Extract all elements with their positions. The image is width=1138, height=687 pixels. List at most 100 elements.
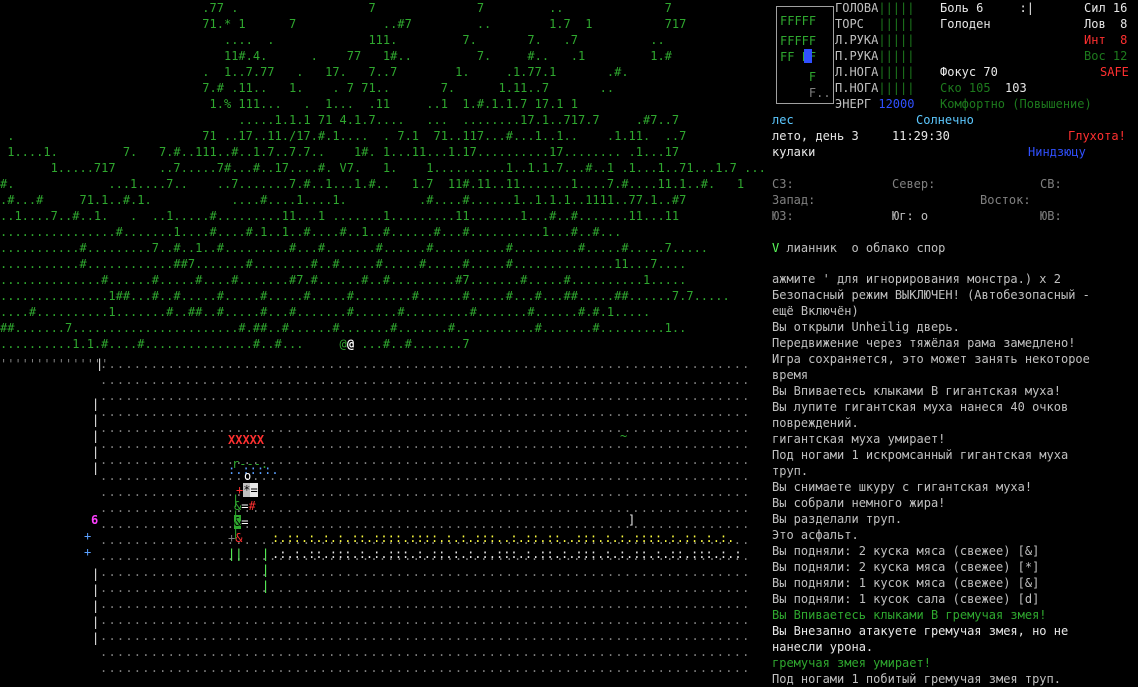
pain-indicator: Боль 6 :|	[940, 0, 1034, 16]
map-row: ...............1##...#..#.....#.....#...…	[0, 289, 730, 303]
game-map[interactable]: .77 . 7 7 .. 7 71.* 1 7 ..#7 .. 1.7 1 71…	[0, 0, 765, 687]
map-row: ##.......7.......................#.##..#…	[0, 321, 687, 335]
player-character[interactable]: @	[347, 336, 354, 352]
log-message: ажмите ' для игнорирования монстра.) x 2	[772, 272, 1061, 286]
stat-value: 8	[1120, 17, 1128, 31]
log-message: Вы Впиваетесь клыками В гигантская муха!	[772, 384, 1061, 398]
body-part-row: П.РУКА|||||	[835, 48, 914, 64]
log-message: Безопасный режим ВЫКЛЮЧЕН! (Автобезопасн…	[772, 288, 1090, 302]
focus-status: Фокус 70	[940, 65, 998, 79]
blue-plus-1: +	[84, 529, 92, 543]
body-part-bar: |||||	[878, 49, 915, 63]
log-message: ещё Включён)	[772, 304, 859, 318]
body-part-label: П.РУКА	[835, 49, 879, 63]
compass-sw: ЮЗ:	[772, 209, 794, 223]
log-message: Вы снимаете шкуру с гигантская муха!	[772, 480, 1033, 494]
counter-glyph: 6	[91, 513, 99, 527]
date-label: лето, день 3	[772, 129, 859, 143]
safe-mode-indicator: SAFE	[1100, 65, 1129, 79]
map-row: .....1.1.1 71 4.1.7.... ... ........17.1…	[0, 113, 680, 127]
compass-e: Восток:	[980, 193, 1031, 207]
log-message: Вы лупите гигантская муха нанеся 40 очко…	[772, 400, 1069, 414]
status-sidebar: FFFFF FFFFF FF FF F F.. ГОЛОВА||||| ТОРС…	[768, 0, 1138, 687]
hunger-status: Голоден	[940, 17, 991, 31]
body-part-row: Л.РУКА|||||	[835, 32, 914, 48]
nearby-text: лианник о облако спор	[779, 241, 946, 255]
log-message: время	[772, 368, 809, 382]
log-message: Под ногами 1 искромсанный гигантская мух…	[772, 448, 1069, 462]
door-bracket: ]	[628, 513, 636, 527]
time-label: 11:29:30	[892, 129, 950, 143]
wall-segment-lower: | | | | |	[92, 567, 100, 645]
body-part-row: Л.НОГА|||||	[835, 64, 914, 80]
stat-label: Инт	[1084, 33, 1106, 47]
monster-marker[interactable]: XXXXX	[228, 432, 264, 448]
stat-label: Вос	[1084, 49, 1106, 63]
log-message: повреждений.	[772, 416, 859, 430]
car-side-left: ||	[228, 547, 243, 561]
compass-w: Запад:	[772, 193, 816, 207]
minimap-player	[804, 49, 812, 63]
body-part-row: П.НОГА|||||	[835, 80, 914, 96]
body-part-bar: |||||	[878, 33, 915, 47]
log-message: Передвижение через тяжёлая рама замедлен…	[772, 336, 1076, 350]
move-cost: 103	[1005, 81, 1027, 95]
body-part-row: ТОРС |||||	[835, 16, 914, 32]
log-message: Вы подняли: 2 куска мяса (свежее) [*]	[772, 560, 1040, 574]
map-row: 1.% 111... . 1... .11 ..1 1.#.1.1.7 17.1…	[0, 97, 578, 111]
message-log[interactable]: ажмите ' для игнорирования монстра.) x 2…	[772, 271, 1132, 687]
terrain-label: лес	[772, 113, 794, 127]
compass-ne: СВ:	[1040, 177, 1062, 191]
martial-style-label[interactable]: Ниндзюцу	[1028, 144, 1086, 160]
stat-value: 8	[1120, 33, 1128, 47]
stat-label: Лов	[1084, 17, 1106, 31]
nearby-monsters: V лианник о облако спор	[772, 240, 945, 256]
map-row: ...........#............##7.......#.....…	[0, 257, 687, 271]
map-row: 7.# .11.. 1. . 7 71.. 7. 1.11..7 ..	[0, 81, 615, 95]
map-row: ..........1.1.#....#...............#..#.…	[0, 337, 470, 351]
log-message: нанесли урона.	[772, 640, 874, 654]
grass-tilde: ~	[620, 429, 628, 443]
log-message: Игра сохраняется, это может занять некот…	[772, 352, 1090, 366]
fence: '''''''''''''''	[0, 357, 109, 371]
floor-area: ''''''''''''''' | . . . . . . . . . . . …	[0, 356, 765, 687]
map-row: 1....1. 7. 7.#..111..#..1.7..7.7.. 1#. 1…	[0, 145, 680, 159]
deafness-status: Глухота!	[1068, 129, 1126, 143]
log-message: Вы разделали труп.	[772, 512, 903, 526]
body-part-row: ГОЛОВА|||||	[835, 0, 914, 16]
pain-text: Боль 6	[940, 1, 984, 15]
minimap[interactable]: FFFFF FFFFF FF FF F F..	[776, 6, 834, 104]
log-message: Это асфальт.	[772, 528, 859, 542]
wall-segment: | | | | |	[92, 397, 100, 475]
log-message: Вы подняли: 1 кусок сала (свежее) [d]	[772, 592, 1040, 606]
map-row: . 1..7.77 . 17. 7..7 1. .1.77.1 .#.	[0, 65, 629, 79]
weapon-label: кулаки	[772, 145, 816, 159]
stat-per: Вос 12	[1084, 48, 1127, 64]
lit-path: :.::.:.:.:.::.::::.::::.:.:.:::..:.::.::…	[272, 531, 735, 545]
energy-label: ЭНЕРГ	[835, 97, 872, 111]
map-row: 11#.4. . 77 1#.. 7. #.. .1 1.#	[0, 49, 672, 63]
weather-label: Солнечно	[916, 113, 974, 127]
map-row: ...........#.........7..#..1..#.........…	[0, 241, 709, 255]
minimap-row: F..	[780, 86, 831, 100]
body-part-label: Л.НОГА	[835, 65, 879, 79]
log-message: гремучая змея умирает!	[772, 656, 931, 670]
log-message: Вы Впиваетесь клыками В гремучая змея!	[772, 608, 1047, 622]
body-part-label: ГОЛОВА	[835, 1, 879, 15]
stat-int: Инт 8	[1084, 32, 1127, 48]
log-message: Вы Внезапно атакуете гремучая змея, но н…	[772, 624, 1069, 638]
floor-dots: . . . . . . . . . . . . . . . . . . . . …	[100, 357, 749, 675]
body-part-label: Л.РУКА	[835, 33, 879, 47]
car-vehicle[interactable]: r---. :.::::. o +*= &=# &= +& || | | | | | |	[228, 456, 279, 596]
log-message: гигантская муха умирает!	[772, 432, 946, 446]
energy-value: 12000	[878, 97, 915, 111]
map-row: #. ...1....7.. ..7.......7.#..1...1.#.. …	[0, 177, 745, 191]
stat-label: Сил	[1084, 1, 1106, 15]
body-part-label: ТОРС	[835, 17, 864, 31]
map-row: ..............#......#.....#....#.......…	[0, 273, 687, 287]
map-row: ....#..........1.......#..##..#.....#...…	[0, 305, 651, 319]
log-message: Вы подняли: 1 кусок мяса (свежее) [&]	[772, 576, 1040, 590]
body-part-bar: |||||	[878, 1, 915, 15]
map-row: .... . 111. 7. 7. .7 ..	[0, 33, 665, 47]
blue-plus-2: +	[84, 545, 92, 559]
